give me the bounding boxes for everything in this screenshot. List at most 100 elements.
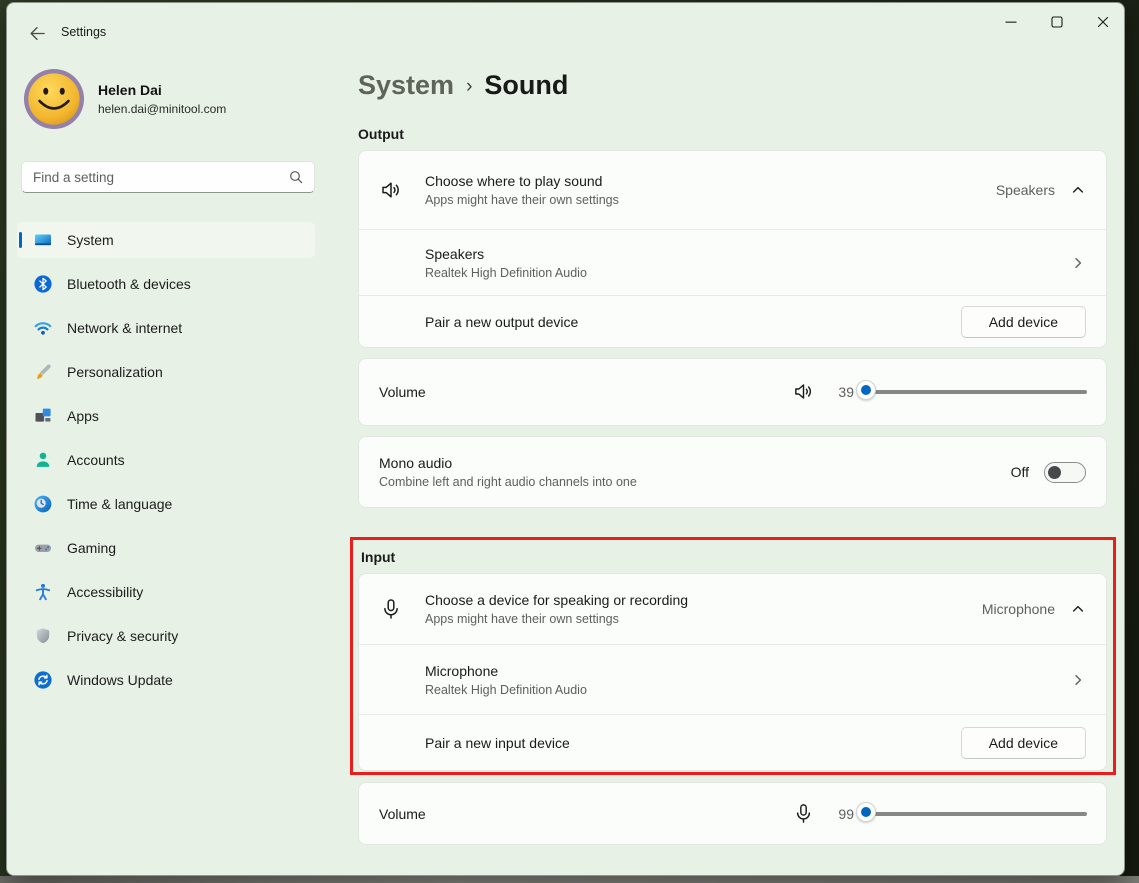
- accessibility-icon: [33, 582, 53, 602]
- desktop: { "chrome": { "title": "Settings", "cont…: [0, 0, 1139, 883]
- search-icon: [288, 169, 304, 185]
- sidebar-nav: System Bluetooth & devices Network & int…: [7, 222, 341, 698]
- output-device-card: Choose where to play sound Apps might ha…: [358, 150, 1107, 348]
- input-device-row[interactable]: Microphone Realtek High Definition Audio: [359, 644, 1106, 714]
- microphone-icon[interactable]: [792, 802, 816, 826]
- sidebar-item-label: Gaming: [67, 540, 116, 556]
- toggle-knob: [1048, 466, 1061, 479]
- sidebar-item-label: Accounts: [67, 452, 125, 468]
- update-icon: [33, 670, 53, 690]
- slider-thumb[interactable]: [856, 380, 876, 400]
- add-output-device-button[interactable]: Add device: [961, 306, 1086, 338]
- output-volume-card: Volume 39: [358, 358, 1107, 426]
- sidebar-item-time-language[interactable]: Time & language: [17, 486, 315, 522]
- maximize-icon: [1051, 16, 1063, 28]
- settings-window: Settings: [6, 2, 1125, 876]
- mono-audio-toggle[interactable]: [1044, 462, 1086, 483]
- clock-icon: [33, 494, 53, 514]
- speaker-icon: [379, 178, 403, 202]
- caption-controls: [988, 3, 1125, 41]
- main-content: System › Sound Output Choose where to pl…: [341, 3, 1124, 875]
- breadcrumb-parent[interactable]: System: [358, 70, 454, 101]
- output-device-name: Speakers: [425, 246, 587, 262]
- sidebar-item-apps[interactable]: Apps: [17, 398, 315, 434]
- bluetooth-icon: [33, 274, 53, 294]
- output-volume-value: 39: [830, 384, 854, 400]
- maximize-button[interactable]: [1034, 3, 1080, 41]
- input-device-card: Choose a device for speaking or recordin…: [358, 573, 1107, 771]
- sidebar-item-gaming[interactable]: Gaming: [17, 530, 315, 566]
- chevron-right-icon: [1070, 255, 1086, 271]
- sidebar-item-accessibility[interactable]: Accessibility: [17, 574, 315, 610]
- chevron-up-icon[interactable]: [1070, 182, 1086, 198]
- speaker-icon[interactable]: [792, 380, 816, 404]
- display-icon: [33, 230, 53, 250]
- sidebar-item-label: Bluetooth & devices: [67, 276, 191, 292]
- apps-grid-icon: [33, 406, 53, 426]
- output-volume-slider[interactable]: [866, 382, 1087, 402]
- search-box: [21, 161, 315, 193]
- breadcrumb: System › Sound: [358, 70, 1107, 101]
- input-section-label: Input: [361, 549, 1107, 565]
- mono-audio-title: Mono audio: [379, 455, 637, 471]
- person-icon: [33, 450, 53, 470]
- input-device-subtitle: Realtek High Definition Audio: [425, 683, 587, 697]
- sidebar-item-label: Network & internet: [67, 320, 182, 336]
- paintbrush-icon: [33, 362, 53, 382]
- close-icon: [1097, 16, 1109, 28]
- sidebar-item-accounts[interactable]: Accounts: [17, 442, 315, 478]
- sidebar-item-label: System: [67, 232, 114, 248]
- slider-thumb[interactable]: [856, 802, 876, 822]
- output-pair-label: Pair a new output device: [425, 314, 578, 330]
- chevron-up-icon[interactable]: [1070, 601, 1086, 617]
- input-volume-card: Volume 99: [358, 782, 1107, 845]
- output-device-row[interactable]: Speakers Realtek High Definition Audio: [359, 229, 1106, 295]
- sidebar-item-privacy-security[interactable]: Privacy & security: [17, 618, 315, 654]
- sidebar-item-label: Time & language: [67, 496, 172, 512]
- output-section-label: Output: [358, 126, 1107, 142]
- shield-icon: [33, 626, 53, 646]
- sidebar-item-system[interactable]: System: [17, 222, 315, 258]
- sidebar-item-personalization[interactable]: Personalization: [17, 354, 315, 390]
- mono-audio-card: Mono audio Combine left and right audio …: [358, 436, 1107, 508]
- output-selected-device-value: Speakers: [996, 182, 1055, 198]
- input-volume-label: Volume: [379, 806, 426, 822]
- sidebar: Helen Dai helen.dai@minitool.com System: [7, 3, 341, 875]
- breadcrumb-separator-icon: ›: [466, 76, 472, 98]
- close-button[interactable]: [1080, 3, 1125, 41]
- input-device-name: Microphone: [425, 663, 587, 679]
- avatar: [23, 68, 85, 130]
- back-button[interactable]: [20, 20, 54, 46]
- chevron-right-icon: [1070, 672, 1086, 688]
- sidebar-item-label: Windows Update: [67, 672, 173, 688]
- window-title: Settings: [61, 25, 106, 39]
- search-input[interactable]: [22, 170, 288, 185]
- mono-audio-state-label: Off: [1011, 464, 1029, 480]
- annotation-highlight-box: Input Choose a device for speaking or re…: [350, 537, 1116, 775]
- wifi-icon: [33, 318, 53, 338]
- output-device-subtitle: Realtek High Definition Audio: [425, 266, 587, 280]
- output-pair-row: Pair a new output device Add device: [359, 295, 1106, 347]
- minimize-button[interactable]: [988, 3, 1034, 41]
- page-title: Sound: [484, 70, 568, 101]
- sidebar-item-label: Personalization: [67, 364, 163, 380]
- input-device-selector-row[interactable]: Choose a device for speaking or recordin…: [359, 574, 1106, 644]
- account-profile[interactable]: Helen Dai helen.dai@minitool.com: [23, 68, 341, 130]
- sidebar-item-label: Privacy & security: [67, 628, 178, 644]
- account-name: Helen Dai: [98, 82, 226, 98]
- input-pair-row: Pair a new input device Add device: [359, 714, 1106, 770]
- input-selector-subtitle: Apps might have their own settings: [425, 612, 688, 626]
- sidebar-item-network-internet[interactable]: Network & internet: [17, 310, 315, 346]
- sidebar-item-bluetooth-devices[interactable]: Bluetooth & devices: [17, 266, 315, 302]
- title-bar: Settings: [7, 3, 1124, 49]
- back-arrow-icon: [29, 25, 46, 42]
- input-selector-title: Choose a device for speaking or recordin…: [425, 592, 688, 608]
- sidebar-item-windows-update[interactable]: Windows Update: [17, 662, 315, 698]
- input-volume-slider[interactable]: [866, 804, 1087, 824]
- mono-audio-subtitle: Combine left and right audio channels in…: [379, 475, 637, 489]
- output-selector-title: Choose where to play sound: [425, 173, 619, 189]
- add-input-device-button[interactable]: Add device: [961, 727, 1086, 759]
- input-volume-value: 99: [830, 806, 854, 822]
- sidebar-item-label: Apps: [67, 408, 99, 424]
- output-device-selector-row[interactable]: Choose where to play sound Apps might ha…: [359, 151, 1106, 229]
